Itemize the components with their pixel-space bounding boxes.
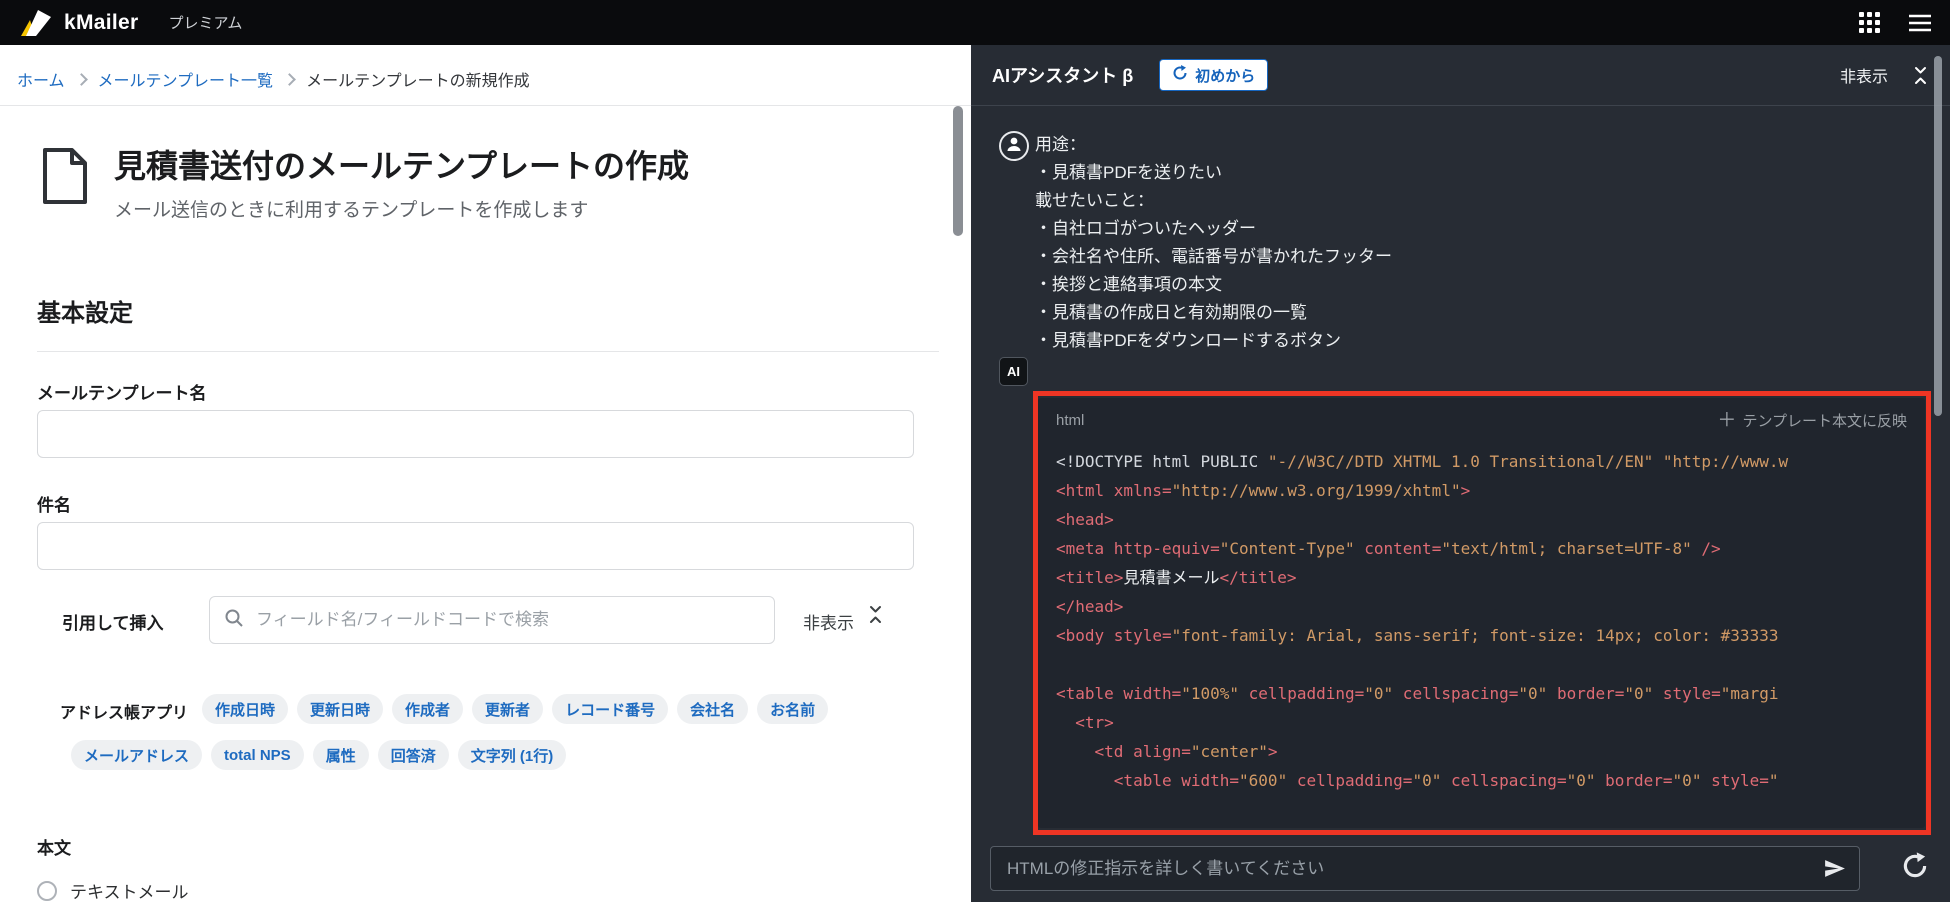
address-book-label: アドレス帳アプリ bbox=[60, 705, 189, 722]
user-message-line: ・自社ロゴがついたヘッダー bbox=[1035, 219, 1256, 238]
brand-title: kMailer bbox=[64, 10, 139, 34]
plan-label: プレミアム bbox=[168, 15, 243, 32]
body-section-label: 本文 bbox=[37, 839, 71, 858]
code-line: <!DOCTYPE html PUBLIC "-//W3C//DTD XHTML… bbox=[1056, 452, 1789, 471]
ai-assistant-panel: AIアシスタント β 初めから 非表示 用途： ・見積書PDFを送りたい 載せた… bbox=[971, 45, 1950, 902]
field-chips-row2: メールアドレス total NPS 属性 回答済 文字列 (1行) bbox=[71, 740, 567, 770]
basic-settings-heading: 基本設定 bbox=[37, 300, 133, 327]
code-line: <table width="100%" cellpadding="0" cell… bbox=[1056, 684, 1779, 703]
hide-assistant-label[interactable]: 非表示 bbox=[1840, 63, 1888, 87]
breadcrumb-item[interactable]: メールテンプレート一覧 bbox=[98, 67, 307, 91]
template-editor-panel: ホーム メールテンプレート一覧 メールテンプレートの新規作成 見積書送付のメールテン… bbox=[0, 45, 971, 902]
field-chips-row1: 作成日時 更新日時 作成者 更新者 レコード番号 会社名 お名前 bbox=[202, 694, 829, 724]
breadcrumb-divider bbox=[0, 105, 971, 106]
body-type-option-text[interactable]: テキストメール bbox=[37, 878, 189, 902]
field-chip[interactable]: お名前 bbox=[757, 694, 829, 724]
template-name-input[interactable] bbox=[37, 410, 914, 458]
code-line: <title>見積書メール</title> bbox=[1056, 568, 1297, 587]
page-title: 見積書送付のメールテンプレートの作成 bbox=[114, 148, 690, 184]
field-chip[interactable]: 文字列 (1行) bbox=[457, 740, 567, 770]
collapse-fields-icon[interactable] bbox=[867, 605, 884, 629]
apply-to-template-button[interactable]: ＋ テンプレート本文に反映 bbox=[1717, 410, 1907, 431]
field-chip[interactable]: 作成日時 bbox=[202, 694, 289, 724]
user-message-line: ・見積書PDFを送りたい bbox=[1035, 163, 1222, 182]
composer bbox=[990, 846, 1860, 891]
user-message-line: 載せたいこと： bbox=[1035, 191, 1154, 210]
left-panel-scrollbar-thumb[interactable] bbox=[953, 106, 963, 236]
user-message-line: ・見積書PDFをダウンロードするボタン bbox=[1035, 331, 1341, 350]
collapse-assistant-icon[interactable] bbox=[1912, 66, 1929, 85]
kmailer-logo-icon[interactable] bbox=[18, 7, 54, 39]
assistant-header-divider bbox=[971, 105, 1950, 106]
document-icon bbox=[41, 147, 89, 210]
page-subtitle: メール送信のときに利用するテンプレートを作成します bbox=[114, 200, 589, 222]
quote-insert-label: 引用して挿入 bbox=[62, 614, 164, 633]
field-search-input[interactable] bbox=[254, 609, 760, 631]
user-message-text: 用途： ・見積書PDFを送りたい 載せたいこと： ・自社ロゴがついたヘッダー・会社名や… bbox=[1035, 131, 1392, 355]
apply-to-template-label: テンプレート本文に反映 bbox=[1742, 413, 1907, 430]
field-chip[interactable]: total NPS bbox=[211, 740, 304, 770]
screen: kMailer プレミアム ホーム メールテンプレート一覧 メールテンプレートの新規… bbox=[0, 0, 1950, 902]
restart-button[interactable]: 初めから bbox=[1159, 59, 1269, 91]
restart-icon bbox=[1172, 65, 1188, 85]
user-avatar bbox=[999, 131, 1029, 161]
code-line: <table width="600" cellpadding="0" cells… bbox=[1056, 771, 1779, 790]
field-chip[interactable]: 作成者 bbox=[392, 694, 464, 724]
hamburger-icon[interactable] bbox=[1908, 14, 1932, 32]
ai-badge: AI bbox=[999, 357, 1028, 386]
user-message-line: ・挨拶と連絡事項の本文 bbox=[1035, 275, 1222, 294]
restart-button-label: 初めから bbox=[1195, 67, 1256, 85]
breadcrumb-item: メールテンプレートの新規作成 bbox=[306, 73, 530, 90]
code-line: <tr> bbox=[1056, 713, 1114, 732]
field-chip[interactable]: メールアドレス bbox=[71, 740, 203, 770]
code-line: </head> bbox=[1056, 597, 1124, 616]
code-line: <html xmlns="http://www.w3.org/1999/xhtm… bbox=[1056, 481, 1471, 500]
code-line: <body style="font-family: Arial, sans-se… bbox=[1056, 626, 1779, 645]
radio-icon[interactable] bbox=[37, 880, 57, 901]
person-icon bbox=[1005, 135, 1023, 158]
topbar: kMailer プレミアム bbox=[0, 0, 1950, 45]
radio-label: テキストメール bbox=[70, 883, 189, 902]
field-search-box[interactable] bbox=[209, 596, 775, 644]
user-message-line: 用途： bbox=[1035, 135, 1086, 154]
breadcrumb: ホーム メールテンプレート一覧 メールテンプレートの新規作成 bbox=[17, 67, 530, 91]
subject-input[interactable] bbox=[37, 522, 914, 570]
field-chip[interactable]: 更新者 bbox=[472, 694, 544, 724]
send-icon[interactable] bbox=[1822, 856, 1847, 881]
ai-code-block[interactable]: html ＋ テンプレート本文に反映 <!DOCTYPE html PUBLIC… bbox=[1038, 398, 1925, 828]
field-chip[interactable]: レコード番号 bbox=[552, 694, 669, 724]
assistant-scrollbar-thumb[interactable] bbox=[1934, 56, 1942, 416]
code-line: <td align="center"> bbox=[1056, 742, 1278, 761]
code-line: <head> bbox=[1056, 510, 1114, 529]
field-chip[interactable]: 回答済 bbox=[377, 740, 449, 770]
breadcrumb-item[interactable]: ホーム bbox=[17, 67, 98, 91]
user-message-line: ・会社名や住所、電話番号が書かれたフッター bbox=[1035, 247, 1392, 266]
ai-assistant-header: AIアシスタント β 初めから 非表示 bbox=[971, 45, 1950, 105]
revision-instruction-input[interactable] bbox=[1005, 857, 1813, 880]
template-name-label: メールテンプレート名 bbox=[37, 384, 207, 403]
code-line: <meta http-equiv="Content-Type" content=… bbox=[1056, 539, 1721, 558]
ai-assistant-title: AIアシスタント β bbox=[992, 66, 1134, 86]
plus-icon: ＋ bbox=[1717, 410, 1737, 431]
code-content: <!DOCTYPE html PUBLIC "-//W3C//DTD XHTML… bbox=[1038, 447, 1925, 795]
user-message-line: ・見積書の作成日と有効期限の一覧 bbox=[1035, 303, 1307, 322]
code-block-header: html ＋ テンプレート本文に反映 bbox=[1038, 398, 1925, 431]
search-icon bbox=[224, 608, 244, 633]
page-header: 見積書送付のメールテンプレートの作成 メール送信のときに利用するテンプレートを作… bbox=[41, 147, 689, 222]
field-chip[interactable]: 会社名 bbox=[677, 694, 749, 724]
subject-label: 件名 bbox=[37, 496, 71, 515]
apps-grid-icon[interactable] bbox=[1859, 12, 1880, 33]
field-chip[interactable]: 属性 bbox=[312, 740, 369, 770]
hide-fields-label: 非表示 bbox=[803, 614, 854, 633]
section-divider bbox=[37, 351, 939, 352]
field-chip[interactable]: 更新日時 bbox=[297, 694, 384, 724]
regenerate-icon[interactable] bbox=[1901, 852, 1929, 880]
code-language-label: html bbox=[1056, 412, 1085, 429]
